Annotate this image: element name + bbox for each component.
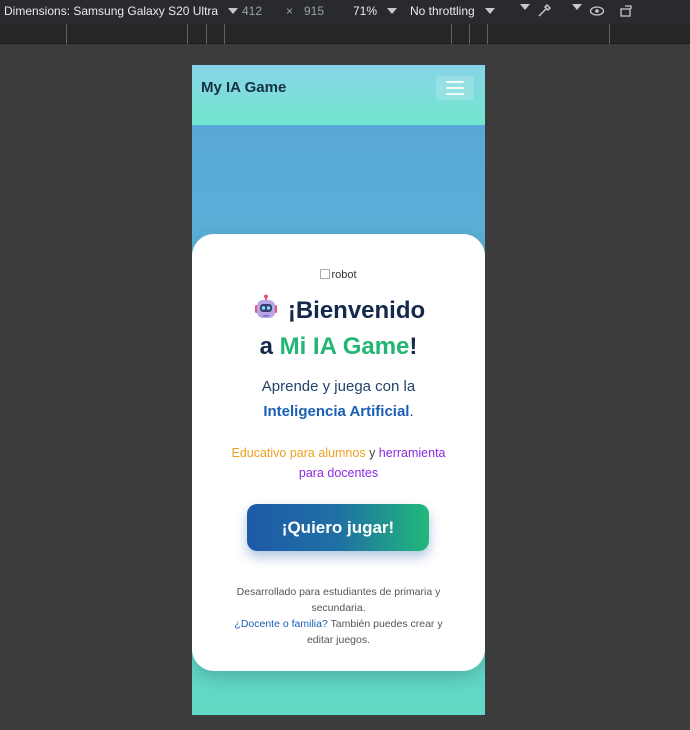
width-input[interactable]: 412 xyxy=(242,4,262,18)
more-options-dropdown[interactable] xyxy=(514,4,530,10)
subtitle-post: . xyxy=(409,403,414,420)
zoom-selector[interactable]: 71% xyxy=(353,4,398,18)
footer-link[interactable]: ¿Docente o familia? xyxy=(234,618,327,630)
chevron-down-icon xyxy=(387,8,398,14)
title-line2-pre: a xyxy=(259,333,280,360)
audience-teachers: para docentes xyxy=(298,466,379,480)
rotate-device-icon[interactable] xyxy=(619,3,635,19)
audience-tool: herramienta xyxy=(378,446,446,460)
chevron-down-icon xyxy=(520,4,530,10)
robot-icon xyxy=(252,294,280,322)
title-line1: ¡Bienvenido xyxy=(287,297,426,324)
eyedropper-icon[interactable] xyxy=(537,2,553,18)
device-viewport: My IA Game robot ¡Bienvenido a Mi IA Gam… xyxy=(192,65,485,715)
footer-line2: También puedes crear y editar juegos. xyxy=(306,618,443,646)
throttling-value: No throttling xyxy=(410,4,475,18)
audience-students: Educativo para alumnos xyxy=(231,446,366,460)
device-dimensions-label: Dimensions: Samsung Galaxy S20 Ultra xyxy=(4,4,219,18)
title-line2-post: ! xyxy=(409,333,418,360)
eyedropper-dropdown[interactable] xyxy=(566,4,582,10)
media-query-ruler[interactable] xyxy=(0,24,690,44)
footer-line1: Desarrollado para estudiantes de primari… xyxy=(236,586,441,614)
title-accent: Mi IA Game xyxy=(279,333,410,360)
chevron-down-icon xyxy=(228,8,239,14)
welcome-card: robot ¡Bienvenido a Mi IA Game! Aprende … xyxy=(192,234,485,671)
audience-connector: y xyxy=(365,446,379,460)
navbar-brand[interactable]: My IA Game xyxy=(201,79,286,96)
devtools-device-toolbar: Dimensions: Samsung Galaxy S20 Ultra 412… xyxy=(0,0,690,24)
subtitle-link: Inteligencia Artificial xyxy=(263,403,410,420)
throttling-selector[interactable]: No throttling xyxy=(410,4,495,18)
subtitle: Aprende y juega con la Inteligencia Arti… xyxy=(192,374,485,424)
eye-icon[interactable] xyxy=(589,4,605,18)
subtitle-pre: Aprende y juega con la xyxy=(261,378,416,395)
chevron-down-icon xyxy=(484,8,495,14)
hamburger-menu-icon[interactable] xyxy=(436,76,474,100)
navbar: My IA Game xyxy=(192,65,485,125)
robot-image: robot xyxy=(192,269,485,281)
broken-image-icon xyxy=(320,269,331,279)
play-button[interactable]: ¡Quiero jugar! xyxy=(247,504,429,551)
page-title: ¡Bienvenido a Mi IA Game! xyxy=(192,293,485,365)
robot-image-alt: robot xyxy=(331,269,357,281)
device-selector[interactable]: Dimensions: Samsung Galaxy S20 Ultra xyxy=(4,4,239,18)
height-input[interactable]: 915 xyxy=(304,4,324,18)
footer-text: Desarrollado para estudiantes de primari… xyxy=(222,584,455,648)
audience-text: Educativo para alumnos y herramienta par… xyxy=(192,443,485,483)
times-sign: × xyxy=(286,4,294,18)
zoom-value: 71% xyxy=(353,4,378,18)
chevron-down-icon xyxy=(572,4,582,10)
